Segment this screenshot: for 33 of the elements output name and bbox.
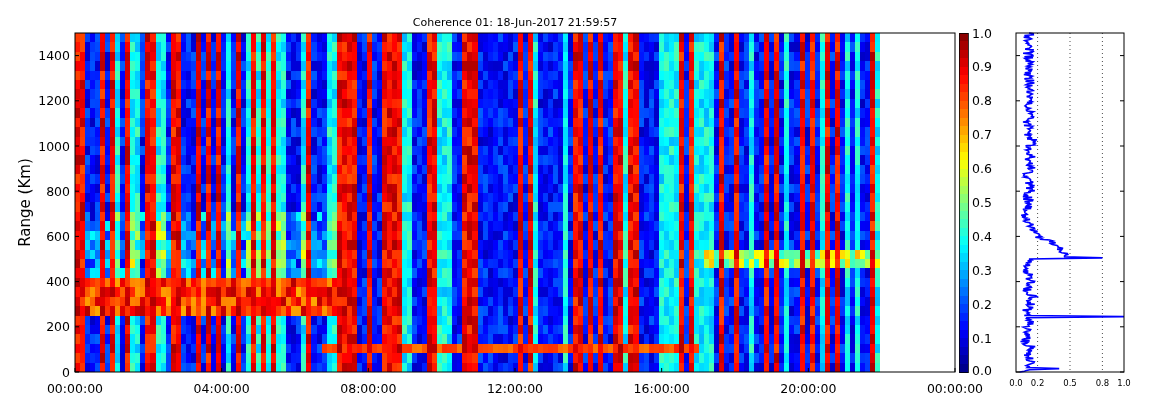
axis-label: Range (Km) xyxy=(16,158,34,247)
tick-label: 1200 xyxy=(38,93,70,109)
tick-label: 0.8 xyxy=(1095,378,1110,388)
tick-label: 0.6 xyxy=(972,161,992,177)
tick-label: 800 xyxy=(46,183,70,199)
tick-label: 0.0 xyxy=(972,363,992,378)
tick-label: 20:00:00 xyxy=(780,381,837,396)
tick-label: 1.0 xyxy=(972,25,992,41)
tick-label: 0.5 xyxy=(1063,378,1077,388)
tick-label: 200 xyxy=(46,319,70,335)
tick-label: 1.0 xyxy=(1117,378,1131,388)
tick-label: 1400 xyxy=(38,48,70,64)
tick-label: 12:00:00 xyxy=(486,381,544,396)
tick-label: 0.8 xyxy=(972,93,992,109)
chart-title: Coherence 01: 18-Jun-2017 21:59:57 xyxy=(412,16,618,29)
tick-label: 1000 xyxy=(38,138,70,154)
tick-label: 0.5 xyxy=(972,195,992,210)
tick-label: 00:00:00 xyxy=(926,381,984,396)
tick-label: 04:00:00 xyxy=(193,381,250,396)
tick-label: 400 xyxy=(46,274,70,290)
tick-label: 16:00:00 xyxy=(633,381,690,396)
tick-label: 0.2 xyxy=(972,296,992,312)
tick-label: 0.3 xyxy=(972,262,992,278)
tick-label: 0.9 xyxy=(972,59,992,75)
tick-label: 0.4 xyxy=(972,228,992,244)
tick-label: 0.2 xyxy=(1030,378,1045,388)
tick-label: 0.7 xyxy=(972,127,992,143)
tick-label: 00:00:00 xyxy=(46,381,104,396)
tick-label: 0.1 xyxy=(972,330,992,346)
tick-label: 600 xyxy=(46,228,70,244)
tick-label: 0 xyxy=(62,364,70,380)
tick-label: 0.0 xyxy=(1009,378,1023,388)
tick-label: 08:00:00 xyxy=(340,381,397,396)
